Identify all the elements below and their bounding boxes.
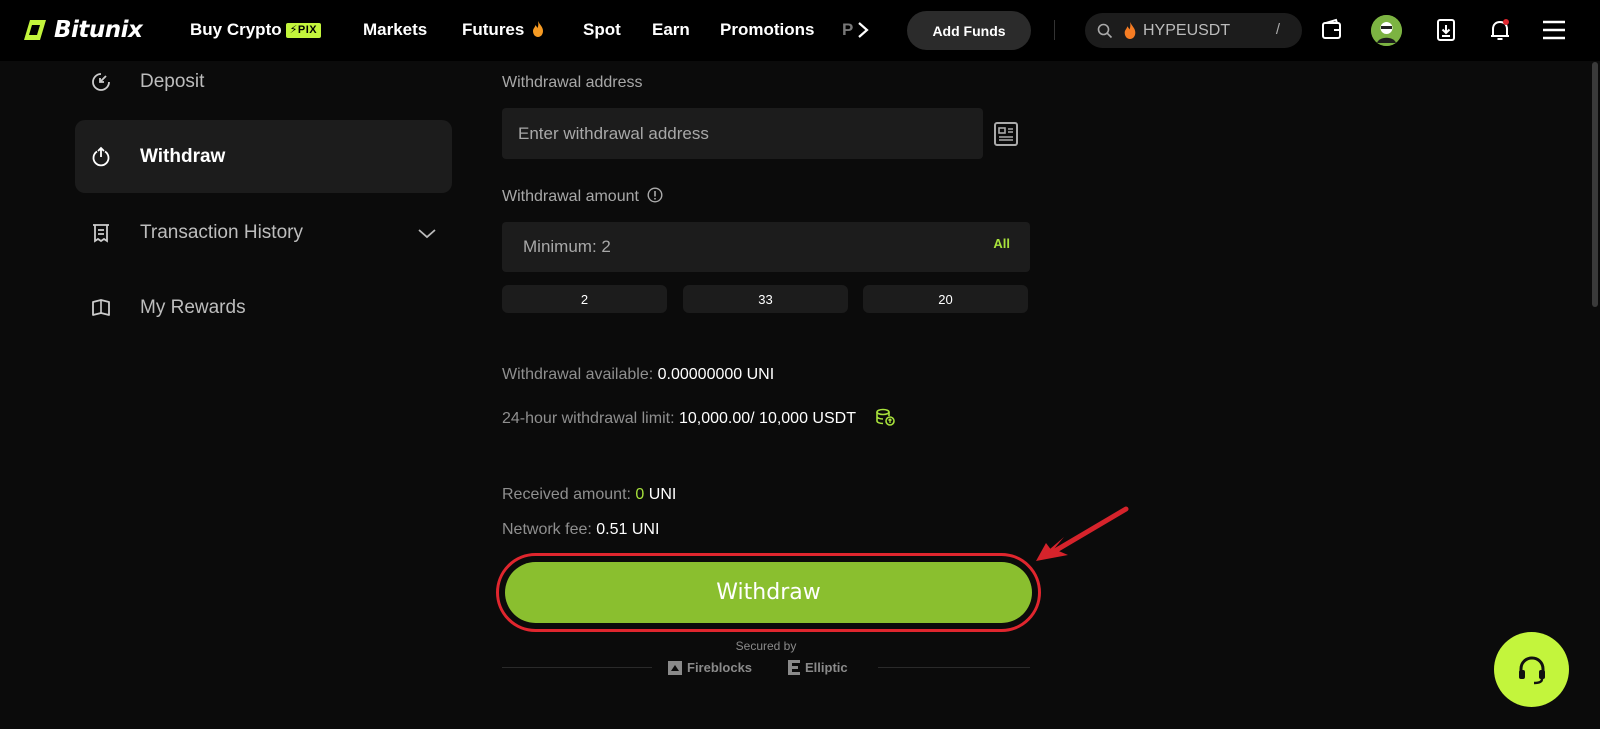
annotation-arrow-icon [1036, 506, 1129, 561]
sidebar-item-transaction-history[interactable]: Transaction History [75, 196, 452, 269]
nav-futures[interactable]: Futures [462, 19, 544, 41]
headset-icon [1518, 655, 1545, 684]
nav-earn[interactable]: Earn [652, 19, 690, 41]
elliptic-icon [788, 660, 800, 675]
fireblocks-logo: Fireblocks [668, 660, 752, 675]
network-fee-label: Network fee: [502, 521, 592, 538]
network-fee-value: 0.51 UNI [596, 521, 660, 538]
withdrawal-address-label: Withdrawal address [502, 74, 643, 91]
all-amount-button[interactable]: All [993, 236, 1010, 251]
brand-name: Bitunix [54, 17, 143, 43]
withdrawal-amount-label-text: Withdrawal amount [502, 188, 639, 205]
search-shortcut: / [1275, 21, 1281, 38]
withdrawal-limit-row: 24-hour withdrawal limit: 10,000.00/ 10,… [502, 407, 896, 428]
support-chat-button[interactable] [1494, 632, 1569, 707]
withdrawal-amount-label: Withdrawal amount [502, 187, 663, 206]
hot-flame-icon [1124, 22, 1136, 39]
nav-truncated-item[interactable]: P [842, 19, 853, 41]
secured-divider-left [502, 667, 652, 668]
search-value: HYPEUSDT [1143, 21, 1231, 39]
avatar[interactable] [1371, 15, 1402, 46]
nav-promotions[interactable]: Promotions [720, 19, 814, 41]
withdrawal-address-input[interactable] [502, 108, 983, 159]
nav-markets[interactable]: Markets [363, 19, 427, 41]
received-amount-label: Received amount: [502, 486, 631, 503]
nav-buy-crypto-label: Buy Crypto [190, 20, 282, 39]
sidebar-item-label: My Rewards [140, 296, 246, 318]
add-funds-button[interactable]: Add Funds [907, 11, 1031, 50]
withdrawal-address-field[interactable] [502, 108, 983, 159]
coins-upgrade-icon[interactable] [874, 407, 896, 427]
scrollbar-thumb[interactable] [1592, 62, 1598, 307]
received-amount-value: 0 [635, 486, 645, 503]
download-icon[interactable] [1432, 16, 1460, 44]
nav-more-chevron-icon[interactable] [856, 19, 870, 41]
pix-badge: ⚡PIX [285, 23, 322, 38]
deposit-icon [92, 72, 110, 91]
flame-icon [533, 21, 544, 37]
sidebar-item-label: Withdraw [140, 145, 226, 167]
secured-divider-right [878, 667, 1030, 668]
nav-spot[interactable]: Spot [583, 19, 621, 41]
fireblocks-label: Fireblocks [687, 660, 753, 675]
sidebar-item-my-rewards[interactable]: My Rewards [75, 271, 452, 344]
withdrawal-available-label: Withdrawal available: [502, 366, 654, 383]
bell-icon[interactable] [1486, 16, 1514, 44]
withdrawal-available-row: Withdrawal available: 0.00000000 UNI [502, 366, 774, 384]
withdrawal-amount-field[interactable]: All [502, 222, 1030, 272]
bitunix-logo[interactable]: Bitunix [22, 16, 143, 44]
withdraw-icon [92, 146, 110, 166]
quick-amount-chip[interactable]: 2 [502, 285, 667, 313]
nav-futures-label: Futures [462, 20, 525, 39]
fireblocks-icon [668, 660, 682, 675]
withdraw-submit-button[interactable]: Withdraw [505, 562, 1032, 623]
secured-by-label: Secured by [735, 639, 797, 653]
withdrawal-limit-value: 10,000.00/ 10,000 USDT [678, 410, 856, 427]
search-icon [1097, 23, 1113, 38]
received-amount-unit: UNI [648, 486, 677, 503]
elliptic-label: Elliptic [805, 660, 848, 675]
elliptic-logo: Elliptic [788, 660, 848, 675]
sidebar-item-withdraw[interactable]: Withdraw [75, 120, 452, 193]
withdrawal-available-value: 0.00000000 UNI [657, 366, 775, 383]
receipt-icon [93, 223, 109, 243]
avatar-face-icon [1371, 15, 1402, 46]
quick-amount-chip[interactable]: 33 [683, 285, 848, 313]
rewards-icon [92, 298, 110, 316]
nav-buy-crypto[interactable]: Buy Crypto ⚡PIX [190, 19, 322, 41]
nav-divider [1054, 20, 1055, 40]
network-fee-row: Network fee: 0.51 UNI [502, 521, 659, 539]
sidebar-item-label: Transaction History [140, 221, 303, 243]
received-amount-row: Received amount: 0 UNI [502, 486, 676, 504]
withdrawal-limit-label: 24-hour withdrawal limit: [502, 410, 675, 427]
quick-amount-chip[interactable]: 20 [863, 285, 1028, 313]
withdrawal-amount-input[interactable] [502, 222, 1030, 272]
menu-icon[interactable] [1540, 16, 1568, 44]
bitunix-logo-icon [24, 20, 46, 40]
sidebar-item-deposit[interactable]: Deposit [75, 45, 452, 118]
address-book-icon[interactable] [993, 121, 1019, 147]
wallet-icon[interactable] [1318, 16, 1346, 44]
sidebar-item-label: Deposit [140, 70, 205, 92]
search-box[interactable]: HYPEUSDT / [1085, 13, 1302, 48]
chevron-down-icon[interactable] [416, 222, 438, 244]
info-icon[interactable] [647, 187, 663, 203]
